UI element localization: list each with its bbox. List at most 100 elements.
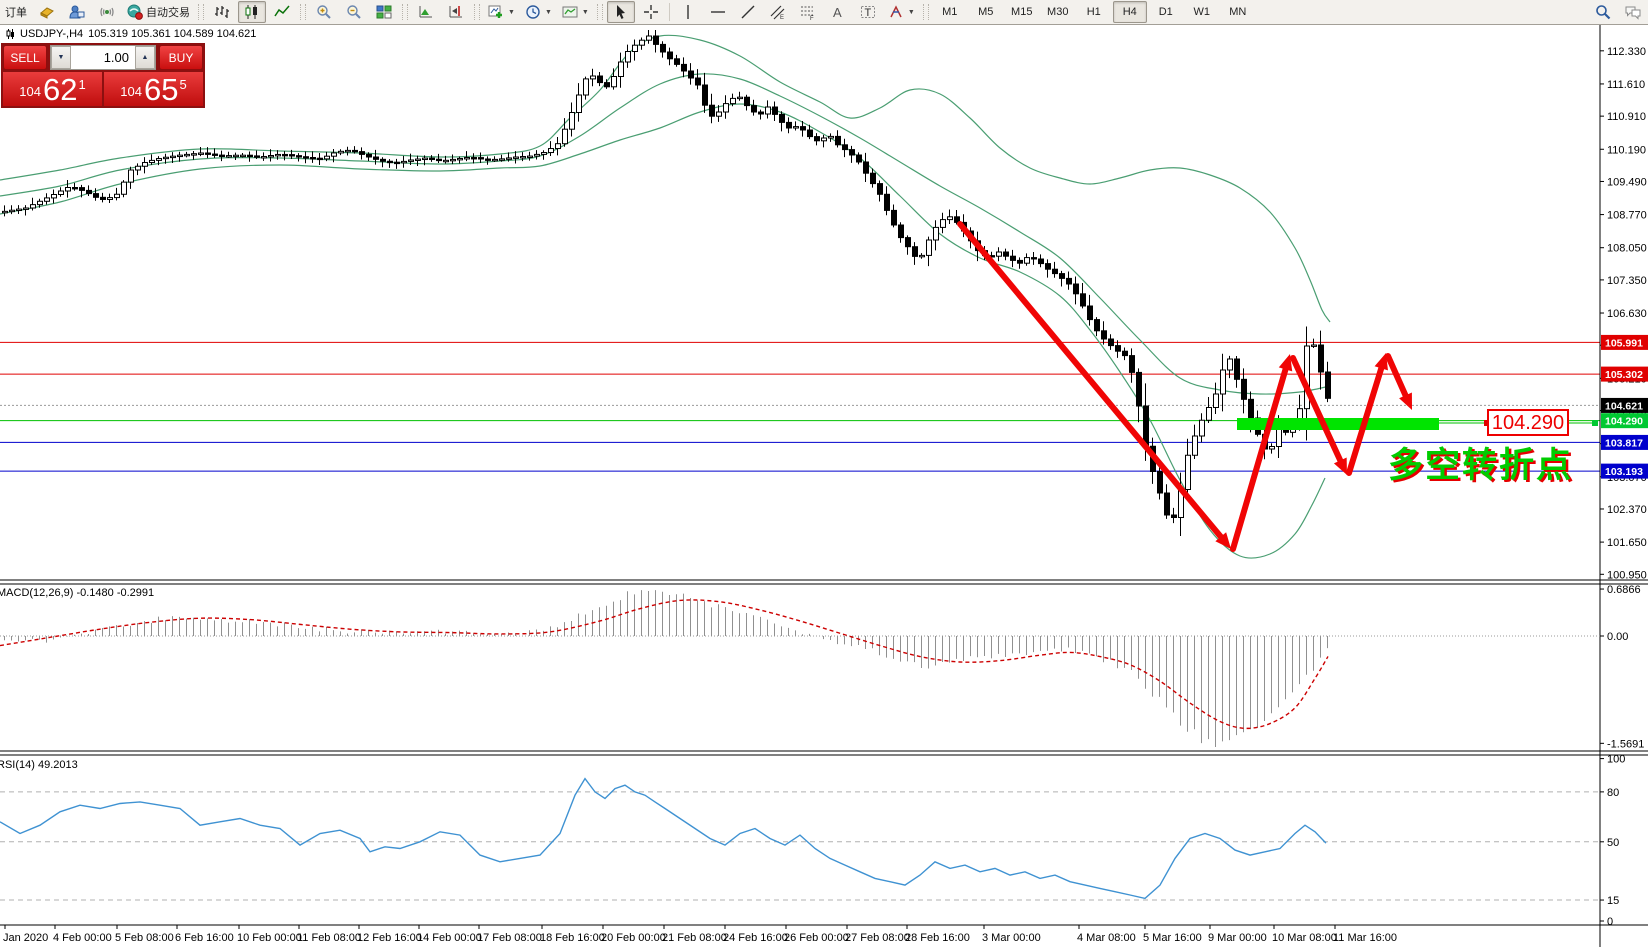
time-tick-label: 24 Feb 16:00 (723, 932, 788, 944)
zoom-in-button[interactable] (310, 1, 338, 23)
line-chart-button[interactable] (268, 1, 296, 23)
price-axis[interactable]: 112.330111.610110.910110.190109.490108.7… (1600, 25, 1648, 947)
fibonacci-button[interactable]: F (794, 1, 822, 23)
trendline-button[interactable] (734, 1, 762, 23)
candle-bear (374, 157, 379, 159)
sell-price[interactable]: 104 62 1 (3, 72, 102, 106)
deposit-button[interactable] (33, 1, 61, 23)
timeframe-h1[interactable]: H1 (1077, 1, 1111, 23)
periods-button[interactable]: ▼ (521, 1, 556, 23)
signal-icon (99, 4, 115, 20)
new-order-button[interactable]: 订单 (1, 1, 31, 23)
new-chart-button[interactable]: ▼ (484, 1, 519, 23)
pane-divider[interactable] (0, 580, 1648, 584)
chart-shift-button[interactable] (442, 1, 470, 23)
candle-bull (647, 36, 652, 40)
timeframe-d1[interactable]: D1 (1149, 1, 1183, 23)
templates-button[interactable]: ▼ (558, 1, 593, 23)
candle-bull (31, 205, 36, 208)
pane-divider[interactable] (0, 751, 1648, 755)
candle-bear (206, 153, 211, 154)
timeframe-m5[interactable]: M5 (969, 1, 1003, 23)
candle-bull (199, 153, 204, 154)
price-callout-text: 104.290 (1492, 412, 1564, 434)
candle-bull (577, 95, 582, 113)
buy-button[interactable]: BUY (159, 45, 203, 70)
volume-decrease-button[interactable]: ▼ (51, 46, 71, 69)
auto-scroll-button[interactable] (412, 1, 440, 23)
svg-text:F: F (810, 16, 814, 20)
chat-button[interactable] (1619, 1, 1647, 23)
signal-button[interactable] (93, 1, 121, 23)
vertical-line-button[interactable] (674, 1, 702, 23)
vertical-line-icon (680, 4, 696, 20)
candle-bear (353, 150, 358, 151)
candles-chart-button[interactable] (238, 1, 266, 23)
time-tick-label: 14 Feb 00:00 (417, 932, 482, 944)
buy-price-sup: 5 (179, 78, 186, 91)
zoom-out-button[interactable] (340, 1, 368, 23)
chat-icon (1624, 4, 1642, 20)
candle-bull (570, 113, 575, 130)
candle-bull (178, 155, 183, 156)
trade-panel-row-prices: 104 62 1 104 65 5 (3, 72, 203, 106)
accounts-icon (69, 4, 85, 20)
volume-input[interactable] (71, 46, 135, 69)
candle-bull (829, 136, 834, 138)
candle-bear (871, 173, 876, 183)
candle-bull (339, 151, 344, 153)
timeframe-mn[interactable]: MN (1221, 1, 1255, 23)
tile-windows-icon (376, 4, 392, 20)
buy-price[interactable]: 104 65 5 (104, 72, 203, 106)
time-tick-label: 5 Feb 08:00 (115, 932, 174, 944)
candle-bull (17, 209, 22, 210)
timeframe-m1[interactable]: M1 (933, 1, 967, 23)
candle-bear (1004, 252, 1009, 256)
candle-bull (409, 160, 414, 161)
chart-canvas[interactable]: 多空转折点多空转折点104.290112.330111.610110.91011… (0, 0, 1648, 947)
candle-bear (850, 150, 855, 155)
timeframe-w1[interactable]: W1 (1185, 1, 1219, 23)
timeframe-m15[interactable]: M15 (1005, 1, 1039, 23)
time-tick-label: 20 Feb 00:00 (601, 932, 666, 944)
horizontal-line-button[interactable] (704, 1, 732, 23)
candle-bear (682, 64, 687, 71)
cursor-button[interactable] (607, 1, 635, 23)
timeframe-m30[interactable]: M30 (1041, 1, 1075, 23)
time-tick-label: Jan 2020 (3, 932, 48, 944)
timeframe-h4[interactable]: H4 (1113, 1, 1147, 23)
time-axis[interactable]: Jan 20204 Feb 00:005 Feb 08:006 Feb 16:0… (0, 925, 1648, 944)
bars-chart-button[interactable] (208, 1, 236, 23)
zoom-in-icon (316, 4, 332, 20)
text-label-button[interactable]: T (854, 1, 882, 23)
volume-increase-button[interactable]: ▲ (135, 46, 155, 69)
candle-bear (689, 71, 694, 78)
search-button[interactable] (1589, 1, 1617, 23)
candle-bear (787, 122, 792, 128)
candle-bull (108, 198, 113, 200)
tile-windows-button[interactable] (370, 1, 398, 23)
time-tick-label: 28 Feb 16:00 (905, 932, 970, 944)
candle-bear (1319, 345, 1324, 372)
candle-bear (1242, 379, 1247, 399)
text-button[interactable]: A (824, 1, 852, 23)
main-price-pane: 多空转折点多空转折点104.290 (0, 30, 1600, 558)
clock-icon (525, 4, 541, 20)
equidistant-channel-button[interactable]: E (764, 1, 792, 23)
candle-bear (892, 210, 897, 225)
time-tick-label: 5 Mar 16:00 (1143, 932, 1202, 944)
accounts-button[interactable] (63, 1, 91, 23)
crosshair-button[interactable] (637, 1, 665, 23)
chart-title-icon (6, 29, 15, 39)
candle-bear (759, 112, 764, 114)
candle-bull (157, 159, 162, 161)
bollinger-middle-band (0, 74, 1330, 394)
candle-bull (45, 198, 50, 201)
autotrading-button[interactable]: 自动交易 (123, 1, 194, 23)
sell-button[interactable]: SELL (3, 45, 47, 70)
arrows-button[interactable]: ▼ (884, 1, 919, 23)
buy-price-main: 65 (144, 74, 178, 105)
candle-bear (1032, 258, 1037, 259)
equidistant-channel-icon: E (770, 4, 786, 20)
candle-bear (73, 188, 78, 189)
